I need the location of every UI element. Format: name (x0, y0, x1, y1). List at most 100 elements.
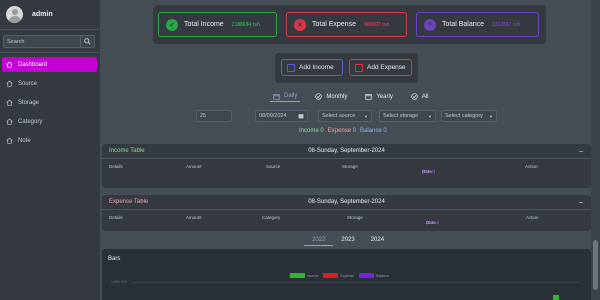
storage-select[interactable]: Select storage ▼ (379, 110, 436, 122)
total-expense-label: Total Expense (312, 21, 356, 28)
sidebar-item-source[interactable]: Source (2, 76, 97, 91)
expense-total: Expense 0 (327, 128, 357, 134)
sort-indicator: (Desc) (422, 169, 436, 174)
collapse-button[interactable]: – (579, 199, 583, 206)
balance-total: Balance 0 (360, 128, 387, 134)
total-balance-label: Total Balance (442, 21, 485, 28)
income-table-columns: Details Amount Source Storage Date (Desc… (102, 159, 591, 174)
sort-indicator: (Desc) (426, 220, 440, 225)
add-expense-button[interactable]: Add Expense (349, 59, 412, 76)
column-header[interactable]: Action (526, 215, 539, 220)
total-income-card: ✓ Total Income 2188694 tsh (158, 12, 277, 37)
tab-monthly[interactable]: Monthly (312, 91, 350, 102)
add-income-button[interactable]: Add Income (281, 59, 343, 76)
source-select[interactable]: Select source ▼ (318, 110, 372, 122)
search-icon (84, 38, 91, 45)
column-header[interactable]: Source (266, 164, 280, 169)
tab-yearly[interactable]: Yearly (362, 91, 395, 102)
check-circle-icon: ✓ (166, 18, 178, 31)
expense-table-card: Expense Table 08-Sunday, September-2024 … (102, 195, 591, 231)
sidebar-item-label: Source (18, 80, 38, 87)
bars-chart: Bars Income Expense Balance 1,000,000 (102, 249, 591, 300)
category-select[interactable]: Select category ▼ (441, 110, 497, 122)
column-header[interactable]: Details (109, 215, 123, 220)
sidebar: admin Dashboard Source Storage Category … (0, 0, 100, 300)
sidebar-item-label: Category (18, 118, 43, 125)
expense-table-header: Expense Table 08-Sunday, September-2024 … (102, 195, 591, 210)
storage-value: Select storage (383, 113, 419, 119)
sidebar-item-label: Dashboard (18, 61, 48, 68)
home-icon (6, 137, 13, 144)
check-circle-icon (411, 93, 418, 100)
calendar-icon (298, 114, 304, 119)
search-button[interactable] (80, 35, 95, 48)
legend-label: Expense (340, 273, 355, 278)
calendar-icon (365, 94, 373, 100)
sidebar-search (3, 35, 95, 48)
tab-all[interactable]: All (408, 91, 432, 102)
date-input[interactable]: 08/09/2024 (255, 110, 308, 122)
total-expense-card: ✕ Total Expense 966007 tsh (286, 12, 407, 37)
total-income-label: Total Income (184, 21, 224, 28)
expense-table-date: 08-Sunday, September-2024 (308, 199, 385, 205)
column-header[interactable]: Amount (186, 164, 202, 169)
sidebar-item-label: Storage (18, 99, 40, 106)
tab-label: Monthly (326, 93, 348, 100)
period-tabs: Daily Monthly Yearly All (270, 91, 444, 102)
column-header[interactable]: Details (109, 164, 123, 169)
sidebar-item-label: Note (18, 137, 31, 144)
income-table-date: 08-Sunday, September-2024 (308, 148, 385, 154)
add-income-label: Add Income (299, 64, 334, 71)
income-total: Income 0 (299, 128, 324, 134)
chevron-down-icon: ▼ (364, 114, 368, 119)
home-icon (6, 61, 13, 68)
legend-item-balance[interactable]: Balance (359, 273, 389, 278)
legend-label: Income (307, 273, 319, 278)
sidebar-item-note[interactable]: Note (2, 133, 97, 148)
calendar-icon (273, 93, 280, 100)
count-input[interactable]: 25 (196, 110, 232, 122)
chart-title: Bars (108, 256, 121, 262)
scrollbar-thumb[interactable] (593, 240, 598, 290)
tab-year-2023[interactable]: 2023 (333, 237, 362, 246)
column-header[interactable]: Action (525, 164, 538, 169)
income-table-card: Income Table 08-Sunday, September-2024 –… (102, 144, 591, 188)
check-circle-icon (315, 93, 322, 100)
sidebar-item-category[interactable]: Category (2, 114, 97, 129)
column-header[interactable]: Storage (347, 215, 363, 220)
page-scrollbar[interactable] (591, 0, 600, 300)
user-panel: admin (0, 0, 100, 30)
filter-totals: Income 0 Expense 0 Balance 0 (299, 128, 391, 134)
add-actions: Add Income Add Expense (275, 53, 418, 83)
collapse-button[interactable]: – (579, 148, 583, 155)
tab-year-2022[interactable]: 2022 (304, 237, 334, 246)
username: admin (32, 11, 53, 18)
total-expense-value: 966007 tsh (363, 21, 390, 28)
source-value: Select source (322, 113, 356, 119)
legend-item-income[interactable]: Income (290, 273, 318, 278)
chevron-down-icon: ▼ (489, 114, 493, 119)
search-input[interactable] (3, 35, 80, 48)
summary-panel: ✓ Total Income 2188694 tsh ✕ Total Expen… (153, 5, 546, 44)
chart-legend: Income Expense Balance (290, 273, 394, 278)
sidebar-item-dashboard[interactable]: Dashboard (2, 57, 97, 72)
add-expense-label: Add Expense (367, 64, 406, 71)
sidebar-menu: Dashboard Source Storage Category Note (0, 52, 100, 148)
avatar[interactable] (6, 6, 23, 23)
chart-bar[interactable] (553, 295, 559, 300)
category-value: Select category (445, 113, 483, 119)
minus-square-icon (355, 63, 363, 72)
legend-swatch (359, 273, 375, 278)
column-header[interactable]: Storage (342, 164, 358, 169)
sidebar-item-storage[interactable]: Storage (2, 95, 97, 110)
chevron-down-icon: ▼ (428, 114, 432, 119)
legend-item-expense[interactable]: Expense (323, 273, 354, 278)
column-header[interactable]: Amount (186, 215, 202, 220)
minus-circle-icon: ✕ (294, 18, 306, 31)
home-icon (6, 80, 13, 87)
column-header[interactable]: Category (262, 215, 280, 220)
income-table-header: Income Table 08-Sunday, September-2024 – (102, 144, 591, 159)
tab-label: Daily (284, 93, 298, 99)
tab-year-2024[interactable]: 2024 (363, 237, 392, 246)
tab-daily[interactable]: Daily (270, 91, 301, 102)
